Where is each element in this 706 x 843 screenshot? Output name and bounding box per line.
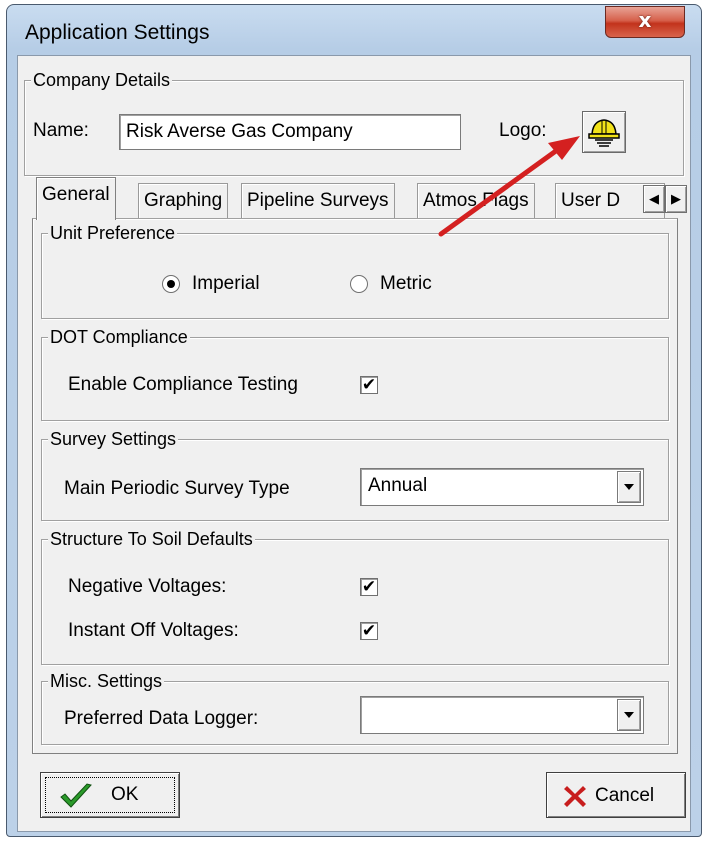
cancel-x-icon bbox=[564, 786, 586, 807]
negative-voltages-label: Negative Voltages: bbox=[68, 576, 227, 597]
survey-type-value: Annual bbox=[368, 475, 428, 496]
metric-radio[interactable] bbox=[350, 275, 368, 293]
tab-scroll-left-button[interactable]: ◀ bbox=[643, 185, 665, 213]
ok-button-label: OK bbox=[111, 784, 139, 805]
tab-pipeline-surveys[interactable]: Pipeline Surveys bbox=[241, 183, 395, 219]
imperial-radio[interactable] bbox=[162, 275, 180, 293]
negative-voltages-checkbox[interactable]: ✔ bbox=[360, 577, 378, 597]
instant-off-voltages-label: Instant Off Voltages: bbox=[68, 620, 239, 641]
tab-general[interactable]: General bbox=[36, 177, 116, 220]
logo-button[interactable] bbox=[582, 111, 626, 153]
radio-selected-dot bbox=[167, 280, 175, 288]
company-name-input[interactable]: Risk Averse Gas Company bbox=[119, 114, 461, 150]
unit-preference-group: Unit Preference Imperial Metric bbox=[41, 223, 669, 319]
structure-to-soil-group: Structure To Soil Defaults Negative Volt… bbox=[41, 529, 669, 665]
dialog-client-area: Company Details Name: Risk Averse Gas Co… bbox=[17, 55, 691, 832]
preferred-data-logger-label: Preferred Data Logger: bbox=[64, 708, 259, 729]
dot-compliance-group: DOT Compliance Enable Compliance Testing… bbox=[41, 327, 669, 421]
tab-scroll-right-button[interactable]: ▶ bbox=[665, 185, 687, 213]
checkmark-icon: ✔ bbox=[361, 621, 377, 641]
cancel-button-label: Cancel bbox=[595, 785, 655, 806]
misc-settings-legend: Misc. Settings bbox=[48, 671, 165, 691]
hard-hat-icon bbox=[588, 119, 620, 147]
structure-to-soil-legend: Structure To Soil Defaults bbox=[48, 529, 255, 549]
unit-preference-legend: Unit Preference bbox=[48, 223, 178, 243]
instant-off-voltages-checkbox[interactable]: ✔ bbox=[360, 621, 378, 641]
tab-graphing[interactable]: Graphing bbox=[138, 183, 229, 219]
name-label: Name: bbox=[33, 120, 89, 141]
cancel-button[interactable]: Cancel bbox=[546, 772, 686, 818]
logo-label: Logo: bbox=[499, 120, 547, 141]
enable-compliance-checkbox[interactable]: ✔ bbox=[360, 375, 378, 395]
application-settings-window: Application Settings x Company Details N… bbox=[6, 4, 702, 837]
data-logger-dropdown-button[interactable] bbox=[617, 699, 641, 731]
window-title: Application Settings bbox=[25, 21, 210, 44]
title-bar[interactable]: Application Settings x bbox=[7, 5, 701, 59]
close-icon: x bbox=[638, 8, 652, 32]
ok-button[interactable]: OK bbox=[40, 772, 180, 818]
chevron-down-icon bbox=[624, 484, 634, 490]
misc-settings-group: Misc. Settings Preferred Data Logger: bbox=[41, 671, 669, 745]
company-details-group: Company Details Name: Risk Averse Gas Co… bbox=[24, 70, 684, 176]
survey-settings-legend: Survey Settings bbox=[48, 429, 179, 449]
general-tab-page: Unit Preference Imperial Metric DOT Comp… bbox=[32, 218, 678, 754]
imperial-label[interactable]: Imperial bbox=[192, 273, 260, 295]
survey-settings-group: Survey Settings Main Periodic Survey Typ… bbox=[41, 429, 669, 521]
enable-compliance-label: Enable Compliance Testing bbox=[68, 374, 298, 395]
close-button[interactable]: x bbox=[605, 6, 685, 38]
data-logger-select[interactable] bbox=[360, 696, 644, 734]
main-periodic-survey-type-label: Main Periodic Survey Type bbox=[64, 478, 290, 499]
survey-type-dropdown-button[interactable] bbox=[617, 471, 641, 503]
chevron-down-icon bbox=[624, 712, 634, 718]
metric-label[interactable]: Metric bbox=[380, 273, 432, 295]
tab-atmos-flags[interactable]: Atmos Flags bbox=[417, 183, 535, 219]
checkmark-icon bbox=[60, 783, 92, 808]
survey-type-select[interactable]: Annual bbox=[360, 468, 644, 506]
checkmark-icon: ✔ bbox=[361, 375, 377, 395]
company-details-legend: Company Details bbox=[31, 70, 173, 90]
dot-compliance-legend: DOT Compliance bbox=[48, 327, 190, 347]
checkmark-icon: ✔ bbox=[361, 577, 377, 597]
